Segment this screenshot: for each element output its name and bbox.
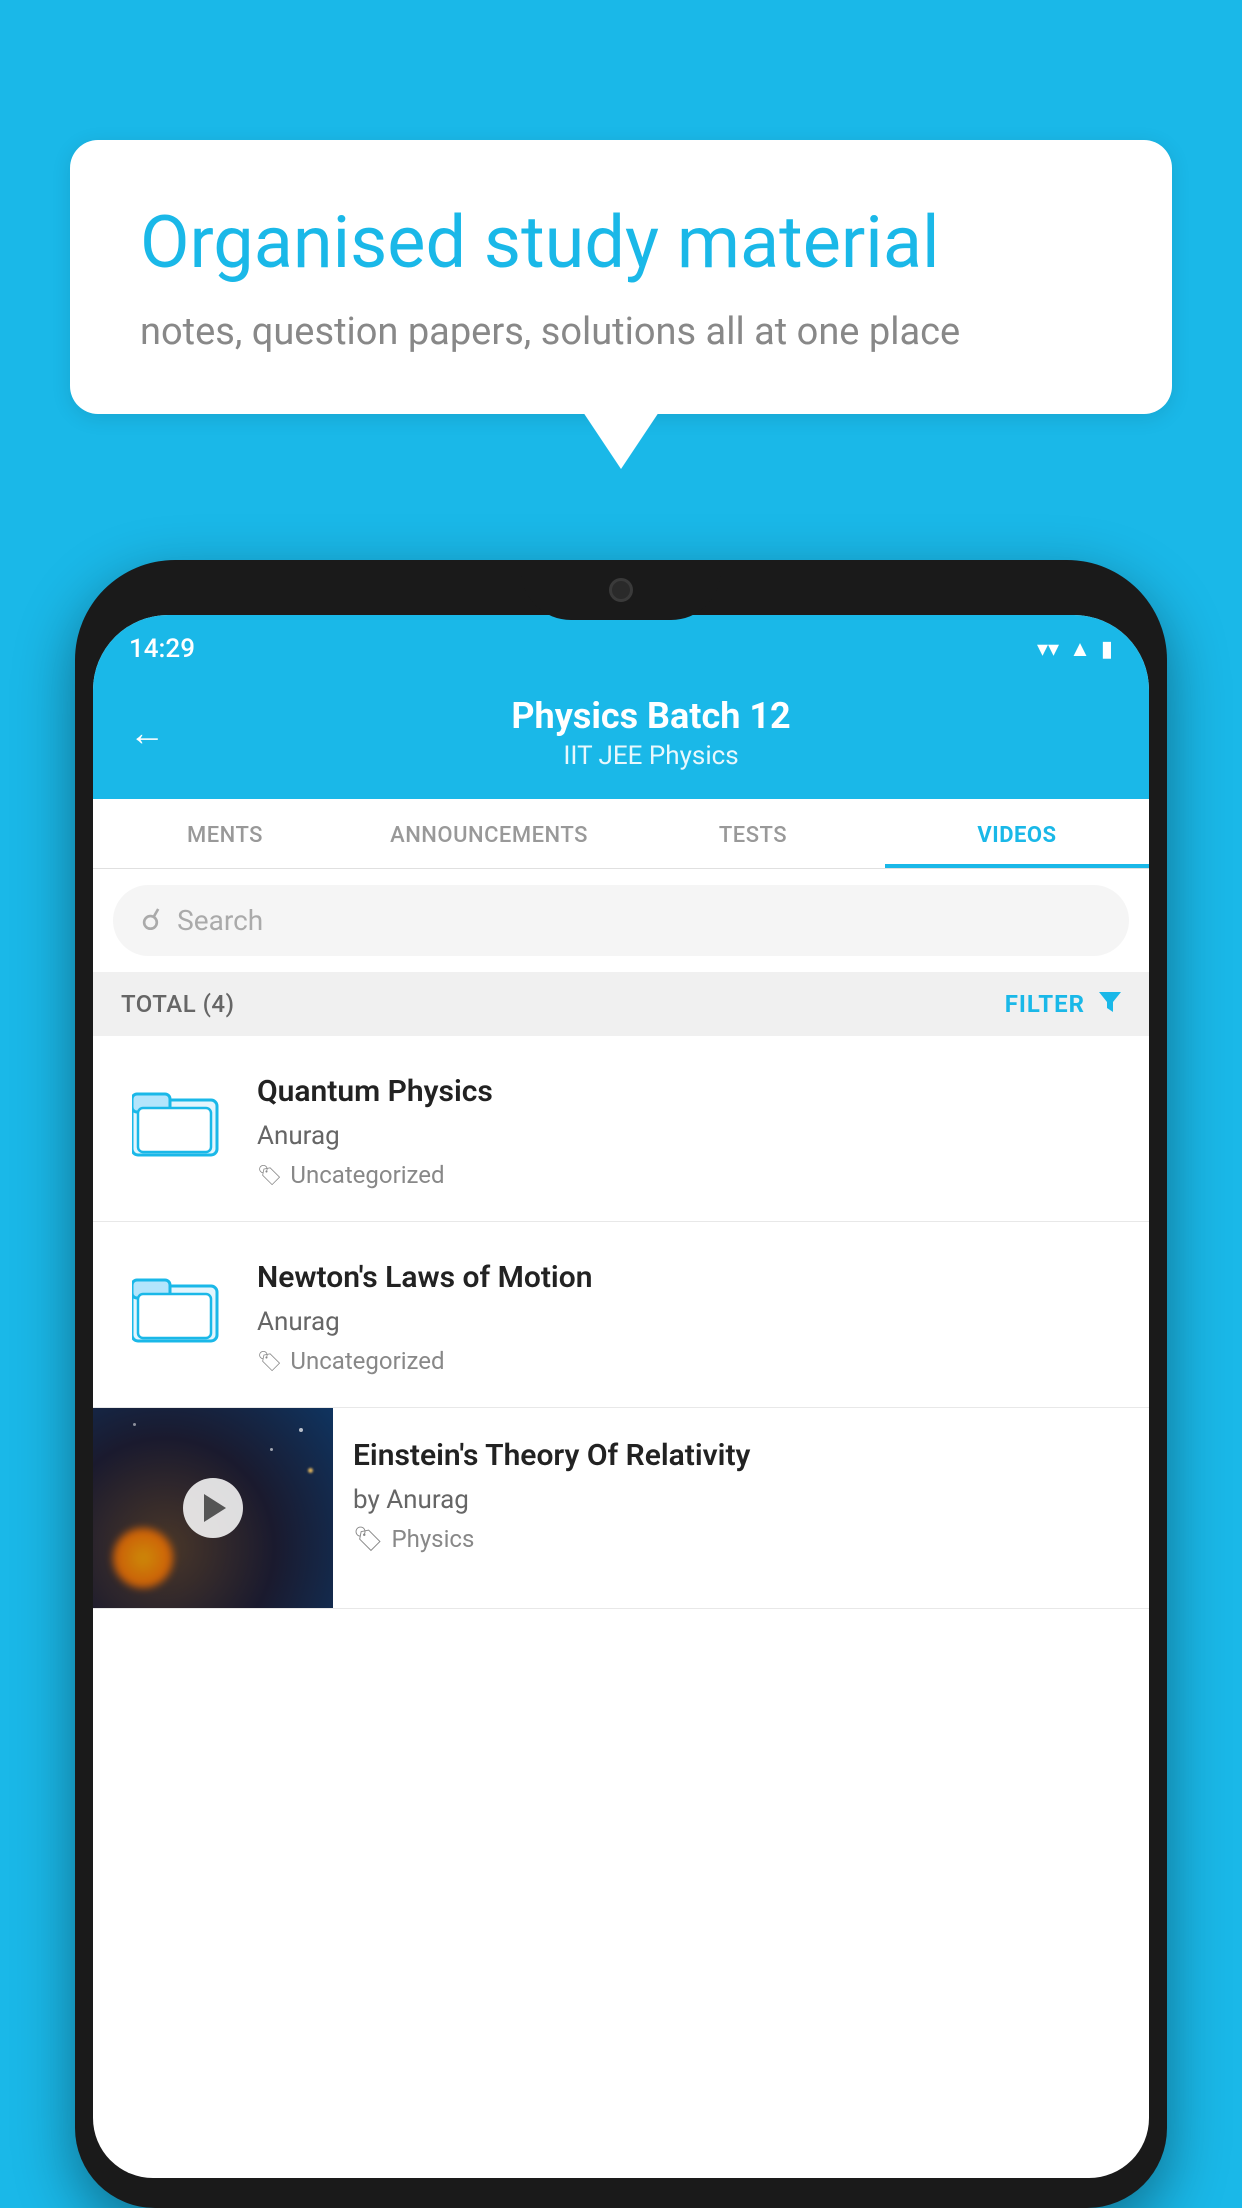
status-bar: 14:29 ▾▾ ▲ ▮ [93, 615, 1149, 675]
folder-icon [132, 1264, 222, 1344]
folder-thumb-1 [117, 1068, 237, 1168]
tab-tests[interactable]: TESTS [621, 799, 885, 868]
phone-frame: 14:29 ▾▾ ▲ ▮ ← Physics Batch 12 IIT JEE … [75, 560, 1167, 2208]
tab-announcements[interactable]: ANNOUNCEMENTS [357, 799, 621, 868]
tab-ments[interactable]: MENTS [93, 799, 357, 868]
search-container: ☌ Search [93, 869, 1149, 972]
tag-icon-2: 🏷 [257, 1349, 282, 1373]
tab-videos[interactable]: VIDEOS [885, 799, 1149, 868]
phone-camera [609, 578, 633, 602]
filter-button[interactable]: FILTER [1005, 990, 1121, 1018]
list-item[interactable]: Einstein's Theory Of Relativity by Anura… [93, 1408, 1149, 1609]
filter-icon [1099, 992, 1121, 1012]
einstein-thumbnail [93, 1408, 333, 1608]
search-box[interactable]: ☌ Search [113, 885, 1129, 956]
video-item-info-2: Newton's Laws of Motion Anurag 🏷 Uncateg… [257, 1254, 1125, 1375]
search-icon: ☌ [141, 903, 161, 938]
einstein-info: Einstein's Theory Of Relativity by Anura… [333, 1408, 1149, 1573]
tag-icon-1: 🏷 [257, 1163, 282, 1187]
bubble-title: Organised study material [140, 200, 1102, 286]
video-tag-2: 🏷 Uncategorized [257, 1347, 1125, 1375]
wifi-icon: ▾▾ [1037, 637, 1059, 662]
filter-bar: TOTAL (4) FILTER [93, 972, 1149, 1036]
speech-bubble: Organised study material notes, question… [70, 140, 1172, 414]
phone-screen: 14:29 ▾▾ ▲ ▮ ← Physics Batch 12 IIT JEE … [93, 615, 1149, 2178]
battery-icon: ▮ [1101, 637, 1113, 662]
speech-bubble-container: Organised study material notes, question… [70, 140, 1172, 414]
video-list: Quantum Physics Anurag 🏷 Uncategorized [93, 1036, 1149, 1609]
status-icons: ▾▾ ▲ ▮ [1037, 636, 1113, 662]
total-count: TOTAL (4) [121, 990, 234, 1018]
folder-thumb-2 [117, 1254, 237, 1354]
einstein-tag: 🏷 Physics [353, 1525, 1129, 1553]
video-item-info-1: Quantum Physics Anurag 🏷 Uncategorized [257, 1068, 1125, 1189]
header-subtitle: IIT JEE Physics [189, 741, 1113, 771]
search-placeholder: Search [177, 904, 263, 937]
header-title-block: Physics Batch 12 IIT JEE Physics [189, 695, 1113, 771]
status-time: 14:29 [129, 634, 195, 664]
app-header: ← Physics Batch 12 IIT JEE Physics [93, 675, 1149, 799]
video-author-1: Anurag [257, 1121, 1125, 1151]
header-title: Physics Batch 12 [189, 695, 1113, 737]
play-button[interactable] [183, 1478, 243, 1538]
list-item[interactable]: Quantum Physics Anurag 🏷 Uncategorized [93, 1036, 1149, 1222]
einstein-author: by Anurag [353, 1485, 1129, 1515]
back-button[interactable]: ← [129, 712, 165, 754]
folder-icon [132, 1078, 222, 1158]
list-item[interactable]: Newton's Laws of Motion Anurag 🏷 Uncateg… [93, 1222, 1149, 1408]
video-tag-1: 🏷 Uncategorized [257, 1161, 1125, 1189]
tabs-bar: MENTS ANNOUNCEMENTS TESTS VIDEOS [93, 799, 1149, 869]
bubble-subtitle: notes, question papers, solutions all at… [140, 310, 1102, 354]
video-title-2: Newton's Laws of Motion [257, 1258, 1125, 1297]
video-author-2: Anurag [257, 1307, 1125, 1337]
einstein-title: Einstein's Theory Of Relativity [353, 1436, 1129, 1475]
play-triangle-icon [204, 1494, 226, 1522]
tag-icon-3: 🏷 [353, 1525, 383, 1553]
video-title-1: Quantum Physics [257, 1072, 1125, 1111]
signal-icon: ▲ [1069, 636, 1091, 662]
